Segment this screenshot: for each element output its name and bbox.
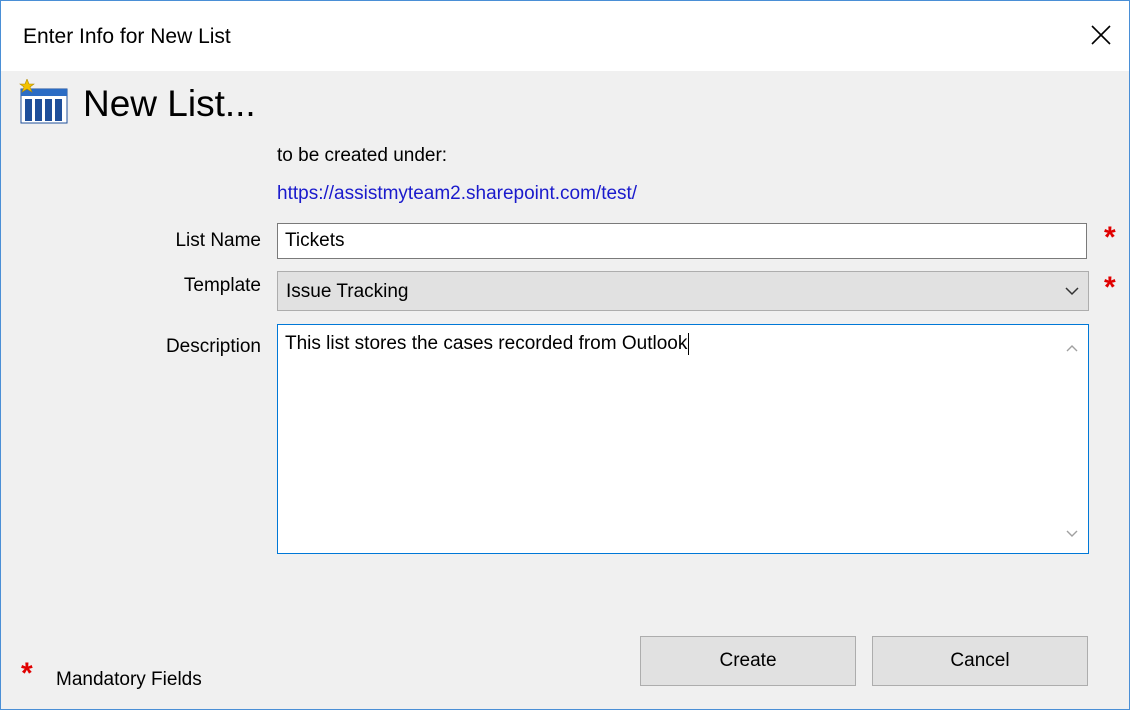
description-label: Description [165,336,261,357]
header-title: New List... [83,83,256,124]
chevron-down-icon [1065,287,1079,296]
scroll-down-arrow-icon[interactable] [1065,529,1079,539]
dialog-window: Enter Info for New List New List... to b… [0,0,1130,710]
description-textarea[interactable]: This list stores the cases recorded from… [277,324,1089,554]
created-under-caption: to be created under: [277,145,448,166]
close-icon [1091,25,1111,45]
window-title: Enter Info for New List [23,25,231,48]
template-select[interactable]: Issue Tracking [277,271,1089,311]
mandatory-fields-note: Mandatory Fields [56,669,202,690]
sharepoint-list-icon [19,78,75,129]
list-name-input[interactable] [277,223,1087,259]
site-url-link[interactable]: https://assistmyteam2.sharepoint.com/tes… [277,183,637,205]
text-caret [688,333,690,355]
description-text: This list stores the cases recorded from… [285,333,688,355]
list-name-required-marker: * [1104,221,1116,254]
scroll-up-arrow-icon[interactable] [1065,343,1079,353]
template-required-marker: * [1104,271,1116,304]
mandatory-legend-marker: * [21,657,33,690]
create-button[interactable]: Create [640,636,856,686]
list-name-label: List Name [175,230,261,251]
template-label: Template [183,275,261,296]
description-scrollbar[interactable] [1056,325,1088,553]
close-button[interactable] [1073,1,1129,71]
template-selected-value: Issue Tracking [286,281,409,302]
title-bar: Enter Info for New List [1,1,1129,71]
cancel-button[interactable]: Cancel [872,636,1088,686]
